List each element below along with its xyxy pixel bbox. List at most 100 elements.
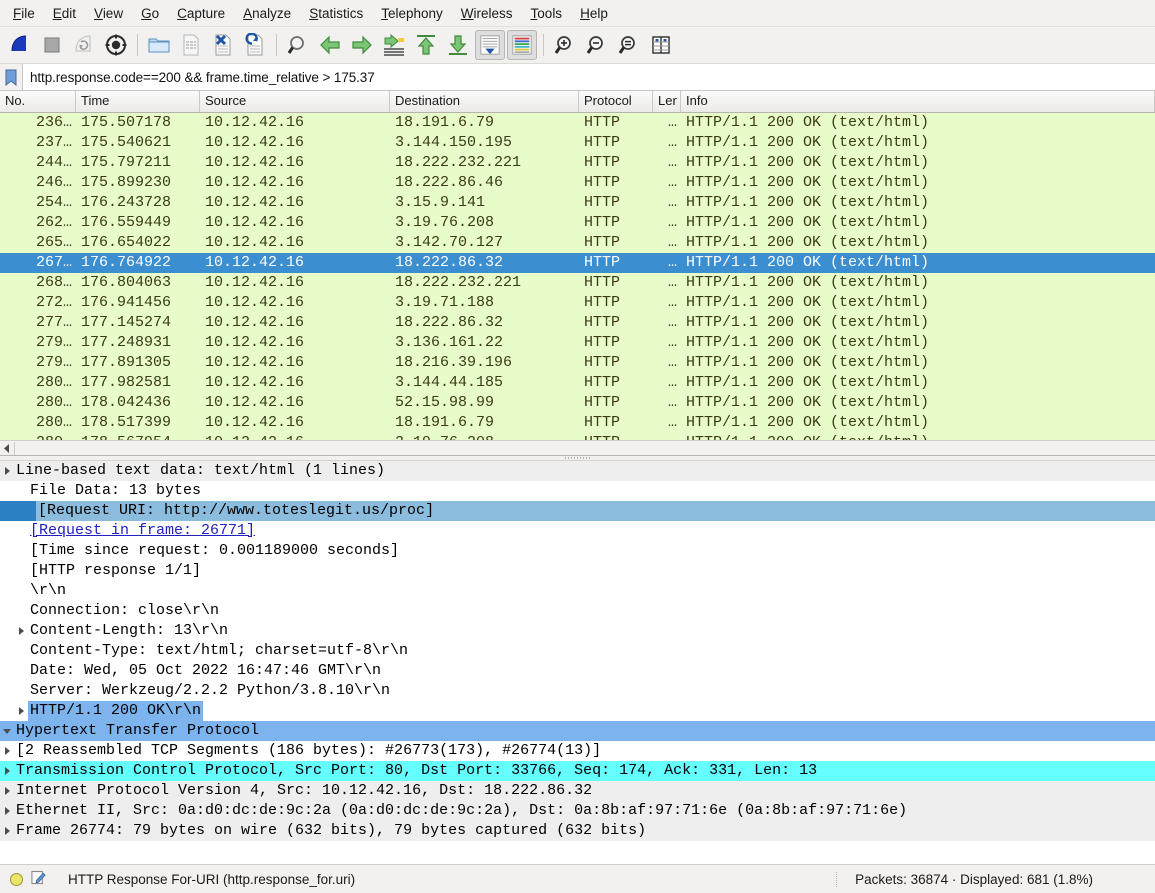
menu-item-wireless[interactable]: Wireless: [452, 3, 522, 24]
detail-tree-row[interactable]: [HTTP response 1/1]: [0, 561, 1155, 581]
chevron-right-icon[interactable]: [14, 627, 28, 635]
table-row[interactable]: 244… 175.797211 10.12.42.16 18.222.232.221 H…: [0, 153, 1155, 173]
detail-tree-row[interactable]: Line-based text data: text/html (1 lines…: [0, 461, 1155, 481]
chevron-right-icon[interactable]: [0, 467, 14, 475]
display-filter-bar[interactable]: http.response.code==200 && frame.time_re…: [0, 64, 1155, 91]
chevron-down-icon[interactable]: [0, 728, 14, 734]
cell-src: 10.12.42.16: [205, 334, 305, 351]
detail-tree-row[interactable]: [2 Reassembled TCP Segments (186 bytes):…: [0, 741, 1155, 761]
column-header-ler[interactable]: Ler: [653, 91, 681, 112]
chevron-right-icon[interactable]: [0, 747, 14, 755]
scroll-left-arrow[interactable]: [0, 441, 15, 455]
bookmark-icon[interactable]: [0, 64, 23, 90]
go-to-packet-icon[interactable]: [379, 30, 409, 60]
reload-file-icon[interactable]: [240, 30, 270, 60]
detail-tree-row[interactable]: Internet Protocol Version 4, Src: 10.12.…: [0, 781, 1155, 801]
detail-tree-row[interactable]: Server: Werkzeug/2.2.2 Python/3.8.10\r\n: [0, 681, 1155, 701]
table-row[interactable]: 254… 176.243728 10.12.42.16 3.15.9.141 HTTP ……: [0, 193, 1155, 213]
save-file-icon[interactable]: [176, 30, 206, 60]
menu-item-tools[interactable]: Tools: [522, 3, 572, 24]
filter-input[interactable]: http.response.code==200 && frame.time_re…: [23, 64, 1155, 90]
table-row[interactable]: 237… 175.540621 10.12.42.16 3.144.150.195 HT…: [0, 133, 1155, 153]
cell-len: …: [667, 354, 677, 371]
menu-item-telephony[interactable]: Telephony: [372, 3, 452, 24]
table-row[interactable]: 280…178.56795410.12.42.163.19.76.208HTTP…: [0, 433, 1155, 440]
expert-info-icon[interactable]: [10, 872, 23, 886]
cell-src: 10.12.42.16: [205, 174, 305, 191]
cell-len: …: [667, 294, 677, 311]
resize-columns-icon[interactable]: [646, 30, 676, 60]
detail-tree-row[interactable]: Content-Type: text/html; charset=utf-8\r…: [0, 641, 1155, 661]
packet-details-pane[interactable]: Line-based text data: text/html (1 lines…: [0, 461, 1155, 864]
table-row[interactable]: 265… 176.654022 10.12.42.16 3.142.70.127 HTT…: [0, 233, 1155, 253]
menu-item-view[interactable]: View: [85, 3, 132, 24]
table-row[interactable]: 262… 176.559449 10.12.42.16 3.19.76.208 HTTP…: [0, 213, 1155, 233]
go-back-icon[interactable]: [315, 30, 345, 60]
table-row[interactable]: 279… 177.248931 10.12.42.16 3.136.161.22 HTT…: [0, 333, 1155, 353]
menu-item-help[interactable]: Help: [571, 3, 617, 24]
chevron-right-icon[interactable]: [14, 707, 28, 715]
chevron-right-icon[interactable]: [0, 787, 14, 795]
start-capture-icon[interactable]: [5, 30, 35, 60]
detail-tree-label: Server: Werkzeug/2.2.2 Python/3.8.10\r\n: [30, 682, 391, 699]
find-packet-icon[interactable]: [283, 30, 313, 60]
column-header-source[interactable]: Source: [200, 91, 390, 112]
menu-item-statistics[interactable]: Statistics: [300, 3, 372, 24]
capture-comment-icon[interactable]: [31, 870, 46, 888]
detail-tree-row[interactable]: [Request in frame: 26771]: [0, 521, 1155, 541]
detail-tree-row[interactable]: File Data: 13 bytes: [0, 481, 1155, 501]
chevron-right-icon[interactable]: [0, 767, 14, 775]
open-file-icon[interactable]: [144, 30, 174, 60]
chevron-right-icon[interactable]: [0, 807, 14, 815]
zoom-out-icon[interactable]: [582, 30, 612, 60]
detail-tree-row[interactable]: [Time since request: 0.001189000 seconds…: [0, 541, 1155, 561]
detail-tree-row[interactable]: Content-Length: 13\r\n: [0, 621, 1155, 641]
detail-tree-row[interactable]: Frame 26774: 79 bytes on wire (632 bits)…: [0, 821, 1155, 841]
go-to-first-packet-icon[interactable]: [411, 30, 441, 60]
menu-item-capture[interactable]: Capture: [168, 3, 234, 24]
table-row[interactable]: 277… 177.145274 10.12.42.16 18.222.86.32 HTT…: [0, 313, 1155, 333]
table-row[interactable]: 246… 175.899230 10.12.42.16 18.222.86.46 HTT…: [0, 173, 1155, 193]
auto-scroll-icon[interactable]: [475, 30, 505, 60]
go-to-last-packet-icon[interactable]: [443, 30, 473, 60]
chevron-right-icon[interactable]: [0, 827, 14, 835]
detail-tree-row[interactable]: \r\n: [0, 581, 1155, 601]
cell-src: 10.12.42.16: [205, 194, 305, 211]
close-file-icon[interactable]: [208, 30, 238, 60]
detail-tree-row[interactable]: Hypertext Transfer Protocol: [0, 721, 1155, 741]
column-header-destination[interactable]: Destination: [390, 91, 579, 112]
restart-capture-icon[interactable]: [69, 30, 99, 60]
packet-list-body[interactable]: 236… 175.507178 10.12.42.16 18.191.6.79 HTTP…: [0, 113, 1155, 440]
menu-item-go[interactable]: Go: [132, 3, 168, 24]
detail-tree-row[interactable]: Transmission Control Protocol, Src Port:…: [0, 761, 1155, 781]
table-row[interactable]: 280… 178.042436 10.12.42.16 52.15.98.99 HTTP…: [0, 393, 1155, 413]
menu-item-analyze[interactable]: Analyze: [234, 3, 300, 24]
column-header-no[interactable]: No.: [0, 91, 76, 112]
stop-capture-icon[interactable]: [37, 30, 67, 60]
colorize-icon[interactable]: [507, 30, 537, 60]
table-row[interactable]: 267… 176.764922 10.12.42.16 18.222.86.32 HTT…: [0, 253, 1155, 273]
go-forward-icon[interactable]: [347, 30, 377, 60]
column-header-info[interactable]: Info: [681, 91, 1155, 112]
cell-info: HTTP/1.1 200 OK (text/html): [686, 194, 930, 211]
wireshark-window: File Edit View Go Capture Analyze Statistics Te…: [0, 0, 1155, 893]
table-row[interactable]: 280… 177.982581 10.12.42.16 3.144.44.185 HTT…: [0, 373, 1155, 393]
packet-list-hscrollbar[interactable]: [0, 440, 1155, 455]
detail-tree-row[interactable]: [Request URI: http://www.toteslegit.us/p…: [0, 501, 1155, 521]
table-row[interactable]: 279… 177.891305 10.12.42.16 18.216.39.196 HT…: [0, 353, 1155, 373]
menu-item-edit[interactable]: Edit: [44, 3, 85, 24]
detail-tree-row[interactable]: Connection: close\r\n: [0, 601, 1155, 621]
column-header-time[interactable]: Time: [76, 91, 200, 112]
detail-tree-row[interactable]: Date: Wed, 05 Oct 2022 16:47:46 GMT\r\n: [0, 661, 1155, 681]
column-header-protocol[interactable]: Protocol: [579, 91, 653, 112]
zoom-reset-icon[interactable]: [614, 30, 644, 60]
detail-tree-row[interactable]: Ethernet II, Src: 0a:d0:dc:de:9c:2a (0a:…: [0, 801, 1155, 821]
capture-options-icon[interactable]: [101, 30, 131, 60]
menu-item-file[interactable]: File: [4, 3, 44, 24]
table-row[interactable]: 272… 176.941456 10.12.42.16 3.19.71.188 HTTP…: [0, 293, 1155, 313]
table-row[interactable]: 268… 176.804063 10.12.42.16 18.222.232.221 H…: [0, 273, 1155, 293]
table-row[interactable]: 280… 178.517399 10.12.42.16 18.191.6.79 HTTP…: [0, 413, 1155, 433]
detail-tree-row[interactable]: HTTP/1.1 200 OK\r\n: [0, 701, 1155, 721]
table-row[interactable]: 236… 175.507178 10.12.42.16 18.191.6.79 HTTP…: [0, 113, 1155, 133]
zoom-in-icon[interactable]: [550, 30, 580, 60]
